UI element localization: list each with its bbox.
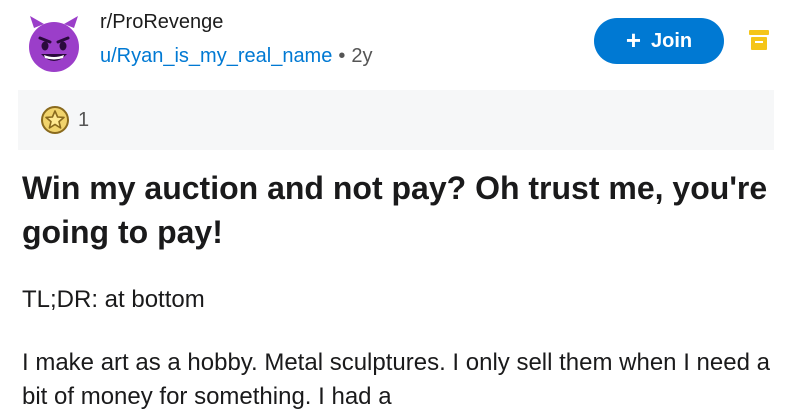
join-button[interactable]: + Join bbox=[594, 18, 724, 64]
plus-icon: + bbox=[625, 25, 642, 55]
author-link[interactable]: u/Ryan_is_my_real_name bbox=[100, 45, 332, 67]
subreddit-avatar[interactable] bbox=[22, 12, 86, 76]
bookmark-menu-icon bbox=[749, 30, 769, 50]
post-body-paragraph: I make art as a hobby. Metal sculptures.… bbox=[22, 349, 770, 410]
awards-bar: 1 bbox=[18, 90, 774, 150]
devil-face-icon bbox=[29, 16, 79, 72]
separator-dot: • bbox=[338, 45, 346, 67]
post-body-paragraph: TL;DR: at bottom bbox=[22, 286, 205, 313]
award-count: 1 bbox=[78, 108, 90, 131]
author-line: u/Ryan_is_my_real_name • 2y bbox=[100, 42, 372, 70]
star-award-icon[interactable] bbox=[40, 105, 70, 135]
post-meta: r/ProRevenge u/Ryan_is_my_real_name • 2y bbox=[100, 10, 372, 70]
join-label: Join bbox=[651, 29, 693, 52]
subreddit-name[interactable]: r/ProRevenge bbox=[100, 10, 372, 34]
post-title[interactable]: Win my auction and not pay? Oh trust me,… bbox=[22, 166, 782, 254]
post-age: 2y bbox=[351, 45, 373, 67]
post-menu-button[interactable] bbox=[748, 28, 770, 52]
